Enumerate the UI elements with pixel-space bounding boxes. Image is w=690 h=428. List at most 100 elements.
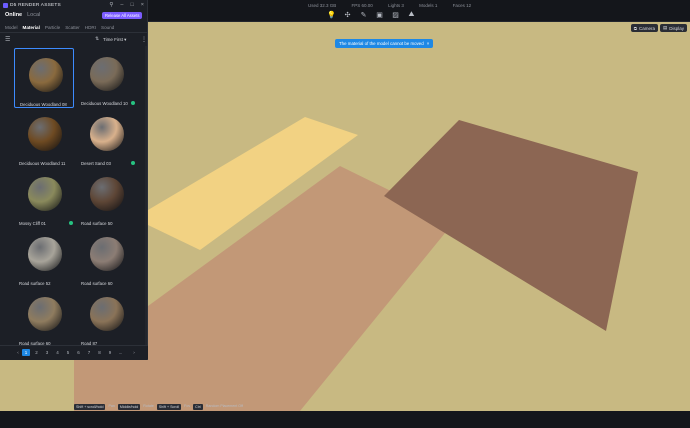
tab-scatter[interactable]: Scatter — [65, 25, 80, 30]
page-button[interactable]: 4 — [54, 349, 62, 356]
image-icon[interactable]: ▣ — [374, 10, 385, 20]
tab-material[interactable]: Material — [23, 25, 40, 30]
material-thumbnail — [28, 177, 62, 211]
minimize-icon[interactable]: – — [120, 2, 123, 8]
camera-label: Camera — [638, 25, 655, 31]
sort-select[interactable]: Time First ▾ — [103, 37, 126, 43]
material-thumbnail — [28, 237, 62, 271]
release-all-button[interactable]: Release All Assets — [102, 12, 143, 19]
material-card[interactable]: Road 87 — [76, 288, 136, 348]
hint-key: Ctrl — [193, 404, 203, 410]
material-label: Mossy Cliff 01 — [19, 221, 46, 226]
material-thumbnail — [90, 57, 124, 91]
material-label: Deciduous Woodland 10 — [81, 101, 128, 106]
more-icon[interactable]: ⋮ — [141, 36, 147, 43]
landscape-icon[interactable]: ⛰ — [406, 10, 417, 20]
page-button[interactable]: 5 — [64, 349, 72, 356]
hint-key: Shift + Scroll — [156, 404, 182, 410]
material-thumbnail — [90, 237, 124, 271]
move-icon[interactable]: ✣ — [342, 10, 353, 20]
camera-icon: ⧉ — [633, 25, 637, 31]
filter-bar: ☰ ⇅ Time First ▾ ⋮ — [0, 34, 148, 45]
panel-title: D5 RENDER ASSETS — [3, 2, 61, 9]
footer-hints: Shift + scroll/hold Pan Middle/hold Rotate… — [74, 404, 243, 410]
scene-stats: Used 32.3 GB FPS 60.00 Lights 3 Models 1… — [308, 3, 485, 8]
view-buttons: ⧉ Camera ▤ Display — [630, 24, 687, 32]
tab-hdri[interactable]: HDRI — [85, 25, 96, 30]
material-label: Road surface 50 — [81, 221, 113, 226]
material-card[interactable]: Road surface 60 — [76, 228, 136, 288]
page-button[interactable]: 1 — [22, 349, 30, 356]
page-button[interactable]: ... — [117, 349, 125, 356]
picture-icon[interactable]: ▨ — [390, 10, 401, 20]
material-thumbnail — [29, 58, 63, 92]
material-card[interactable]: Desert Sand 03 — [76, 108, 136, 168]
tool-row: 💡 ✣ ✎ ▣ ▨ ⛰ — [326, 10, 417, 20]
next-page-button[interactable]: › — [130, 349, 138, 356]
pen-icon[interactable]: ✎ — [358, 10, 369, 20]
tab-sound[interactable]: Sound — [101, 25, 114, 30]
filter-icon[interactable]: ☰ — [5, 36, 10, 43]
prev-page-button[interactable]: ‹ — [14, 349, 22, 356]
logo-icon — [3, 3, 8, 8]
page-button[interactable]: 8 — [96, 349, 104, 356]
category-tabs: Model Material Particle Scatter HDRI Sou… — [5, 25, 114, 30]
stat-lights: Lights 3 — [388, 3, 404, 8]
stat-faces: Faces 12 — [452, 3, 472, 8]
stat-fps: FPS 60.00 — [351, 3, 373, 8]
material-thumbnail — [90, 177, 124, 211]
close-icon[interactable]: × — [141, 2, 144, 8]
sort-icon[interactable]: ⇅ — [95, 36, 99, 42]
page-button[interactable]: 7 — [85, 349, 93, 356]
maximize-icon[interactable]: □ — [130, 2, 133, 8]
downloaded-check-icon — [131, 161, 135, 165]
material-label: Desert Sand 03 — [81, 161, 111, 166]
material-card[interactable]: Deciduous Woodland 08 — [14, 48, 74, 108]
material-label: Deciduous Woodland 11 — [19, 161, 66, 166]
hint-key: Middle/hold — [117, 404, 141, 410]
material-card[interactable]: Mossy Cliff 01 — [14, 168, 74, 228]
page-button[interactable]: 9 — [106, 349, 114, 356]
stat-used: Used 32.3 GB — [308, 3, 337, 8]
viewport-footer — [0, 411, 690, 428]
material-label: Road surface 60 — [81, 281, 113, 286]
page-button[interactable]: 3 — [43, 349, 51, 356]
app-title: D5 RENDER ASSETS — [10, 3, 61, 8]
tab-particle[interactable]: Particle — [45, 25, 60, 30]
material-card[interactable]: Road surface 50 — [76, 168, 136, 228]
material-label: Road surface 52 — [19, 281, 51, 286]
toast-close-icon[interactable]: × — [427, 41, 430, 46]
scrollbar[interactable] — [145, 46, 147, 346]
toast-text: The material of the model cannot be move… — [339, 41, 424, 46]
material-card[interactable]: Road surface 60 — [14, 288, 74, 348]
display-button[interactable]: ▤ Display — [659, 24, 687, 32]
hint-label: Pan — [108, 404, 115, 408]
toast-message: The material of the model cannot be move… — [335, 39, 434, 48]
hint-label: Rotate — [143, 404, 154, 408]
tab-local[interactable]: Local — [27, 12, 40, 18]
material-card[interactable]: Deciduous Woodland 10 — [76, 48, 136, 108]
material-label: Deciduous Woodland 08 — [20, 102, 67, 107]
material-card[interactable]: Deciduous Woodland 11 — [14, 108, 74, 168]
display-label: Display — [669, 25, 684, 31]
top-toolbar: Used 32.3 GB FPS 60.00 Lights 3 Models 1… — [148, 0, 690, 22]
downloaded-check-icon — [69, 221, 73, 225]
app-window: Used 32.3 GB FPS 60.00 Lights 3 Models 1… — [0, 0, 690, 428]
page-button[interactable]: 2 — [33, 349, 41, 356]
divider — [0, 32, 148, 33]
material-thumbnail — [90, 297, 124, 331]
material-card[interactable]: Road surface 52 — [14, 228, 74, 288]
hint-key: Shift + scroll/hold — [74, 404, 106, 410]
tab-online[interactable]: Online — [5, 12, 22, 18]
camera-button[interactable]: ⧉ Camera — [630, 24, 658, 32]
hint-label: Random Placement Off — [205, 404, 244, 408]
pagination: ‹ 1 2 3 4 5 6 7 8 9... › — [0, 345, 148, 359]
tab-model[interactable]: Model — [5, 25, 18, 30]
material-thumbnail — [90, 117, 124, 151]
display-icon: ▤ — [662, 25, 668, 30]
material-thumbnail — [28, 117, 62, 151]
mode-tabs: Online Local — [5, 12, 40, 18]
pin-icon[interactable]: ⚲ — [109, 2, 113, 8]
light-icon[interactable]: 💡 — [326, 10, 337, 20]
page-button[interactable]: 6 — [75, 349, 83, 356]
